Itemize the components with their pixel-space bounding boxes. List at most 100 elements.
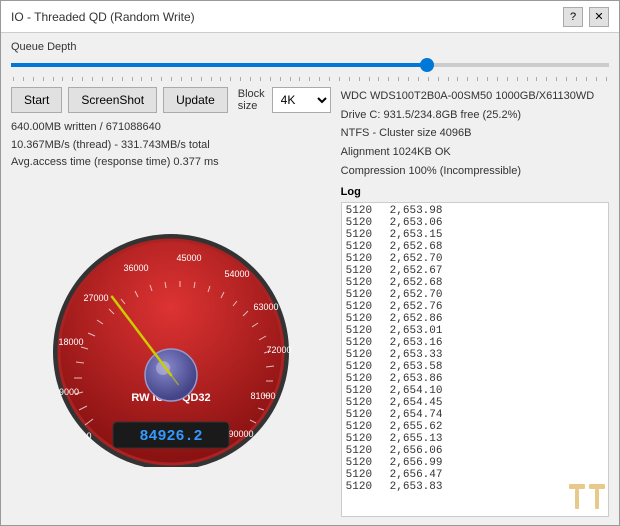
- tick: [309, 77, 310, 81]
- log-row: 51202,653.01: [346, 325, 604, 337]
- tick: [211, 77, 212, 81]
- block-size-label: Block size: [238, 88, 266, 112]
- tick: [507, 77, 508, 81]
- block-size-select[interactable]: 4K 512B 1K 2K 8K 16K 32K: [272, 87, 331, 113]
- log-col2: 2,652.70: [390, 289, 443, 301]
- tick: [596, 77, 597, 81]
- written-stat: 640.00MB written / 671088640: [11, 119, 331, 137]
- log-col2: 2,653.58: [390, 361, 443, 373]
- tick: [151, 77, 152, 81]
- log-col1: 5120: [346, 349, 382, 361]
- log-col1: 5120: [346, 313, 382, 325]
- tick: [72, 77, 73, 81]
- tick: [102, 77, 103, 81]
- log-col1: 5120: [346, 289, 382, 301]
- tick: [398, 77, 399, 81]
- queue-label: Queue Depth: [11, 41, 609, 53]
- tick: [43, 77, 44, 81]
- close-button[interactable]: ✕: [589, 7, 609, 27]
- log-row: 51202,654.10: [346, 385, 604, 397]
- device-alignment: Alignment 1024KB OK: [341, 143, 609, 162]
- log-col1: 5120: [346, 253, 382, 265]
- watermark: [569, 484, 605, 515]
- log-col1: 5120: [346, 265, 382, 277]
- svg-text:27000: 27000: [83, 293, 108, 303]
- tick: [299, 77, 300, 81]
- device-fs: NTFS - Cluster size 4096B: [341, 124, 609, 143]
- log-col1: 5120: [346, 433, 382, 445]
- tick: [132, 77, 133, 81]
- device-info: WDC WDS100T2B0A-00SM50 1000GB/X61130WD D…: [341, 87, 609, 180]
- log-row: 51202,652.76: [346, 301, 604, 313]
- log-row: 5120 2,652.70: [346, 289, 604, 301]
- log-col1: 5120: [346, 409, 382, 421]
- title-bar: IO - Threaded QD (Random Write) ? ✕: [1, 1, 619, 33]
- log-col2: 2,653.15: [390, 229, 443, 241]
- log-row: 51202,653.33: [346, 349, 604, 361]
- tick: [171, 77, 172, 81]
- log-col2: 2,654.74: [390, 409, 443, 421]
- log-col1: 5120: [346, 217, 382, 229]
- tick: [161, 77, 162, 81]
- tick: [250, 77, 251, 81]
- right-panel: WDC WDS100T2B0A-00SM50 1000GB/X61130WD D…: [341, 87, 609, 517]
- log-col1: 5120: [346, 481, 382, 493]
- tick: [438, 77, 439, 81]
- screenshot-button[interactable]: ScreenShot: [68, 87, 157, 113]
- log-col2: 2,653.01: [390, 325, 443, 337]
- gauge-container: 0 9000 18000 27000 36000 45000: [11, 178, 331, 517]
- log-col2: 2,652.68: [390, 241, 443, 253]
- stats-text: 640.00MB written / 671088640 10.367MB/s …: [11, 119, 331, 172]
- log-row: 51202,653.16: [346, 337, 604, 349]
- tick-row: [11, 77, 609, 81]
- svg-text:18000: 18000: [58, 337, 83, 347]
- help-button[interactable]: ?: [563, 7, 583, 27]
- log-row: 51202,656.99: [346, 457, 604, 469]
- log-container[interactable]: 51202,653.9851202,653.0651202,653.155120…: [341, 202, 609, 517]
- log-col1: 5120: [346, 205, 382, 217]
- tick: [230, 77, 231, 81]
- tick: [191, 77, 192, 81]
- log-col1: 5120: [346, 361, 382, 373]
- avg-access-stat: Avg.access time (response time) 0.377 ms: [11, 154, 331, 172]
- tick: [517, 77, 518, 81]
- window-title: IO - Threaded QD (Random Write): [11, 10, 195, 24]
- svg-text:45000: 45000: [176, 253, 201, 263]
- title-controls: ? ✕: [563, 7, 609, 27]
- svg-text:72000: 72000: [266, 345, 291, 355]
- tick: [92, 77, 93, 81]
- tick: [566, 77, 567, 81]
- svg-text:54000: 54000: [224, 269, 249, 279]
- tick: [53, 77, 54, 81]
- tick: [33, 77, 34, 81]
- tick: [497, 77, 498, 81]
- tick: [319, 77, 320, 81]
- tick: [378, 77, 379, 81]
- log-col2: 2,653.83: [390, 481, 443, 493]
- tick: [122, 77, 123, 81]
- log-row: 5120 2,652.68: [346, 241, 604, 253]
- device-compression: Compression 100% (Incompressible): [341, 162, 609, 181]
- log-row: 5120 2,652.68: [346, 277, 604, 289]
- tick: [388, 77, 389, 81]
- log-col2: 2,653.06: [390, 217, 443, 229]
- tick: [408, 77, 409, 81]
- log-col2: 2,655.62: [390, 421, 443, 433]
- tick: [181, 77, 182, 81]
- tick: [339, 77, 340, 81]
- log-row: 5120 2,654.74: [346, 409, 604, 421]
- log-col1: 5120: [346, 277, 382, 289]
- log-col1: 5120: [346, 301, 382, 313]
- log-col1: 5120: [346, 241, 382, 253]
- log-col2: 2,652.68: [390, 277, 443, 289]
- content-area: Queue Depth: [1, 33, 619, 525]
- tick: [280, 77, 281, 81]
- main-window: IO - Threaded QD (Random Write) ? ✕ Queu…: [0, 0, 620, 526]
- tick: [270, 77, 271, 81]
- device-model: WDC WDS100T2B0A-00SM50 1000GB/X61130WD: [341, 87, 609, 106]
- queue-slider[interactable]: [11, 63, 609, 67]
- tick: [240, 77, 241, 81]
- tick: [141, 77, 142, 81]
- update-button[interactable]: Update: [163, 87, 228, 113]
- start-button[interactable]: Start: [11, 87, 62, 113]
